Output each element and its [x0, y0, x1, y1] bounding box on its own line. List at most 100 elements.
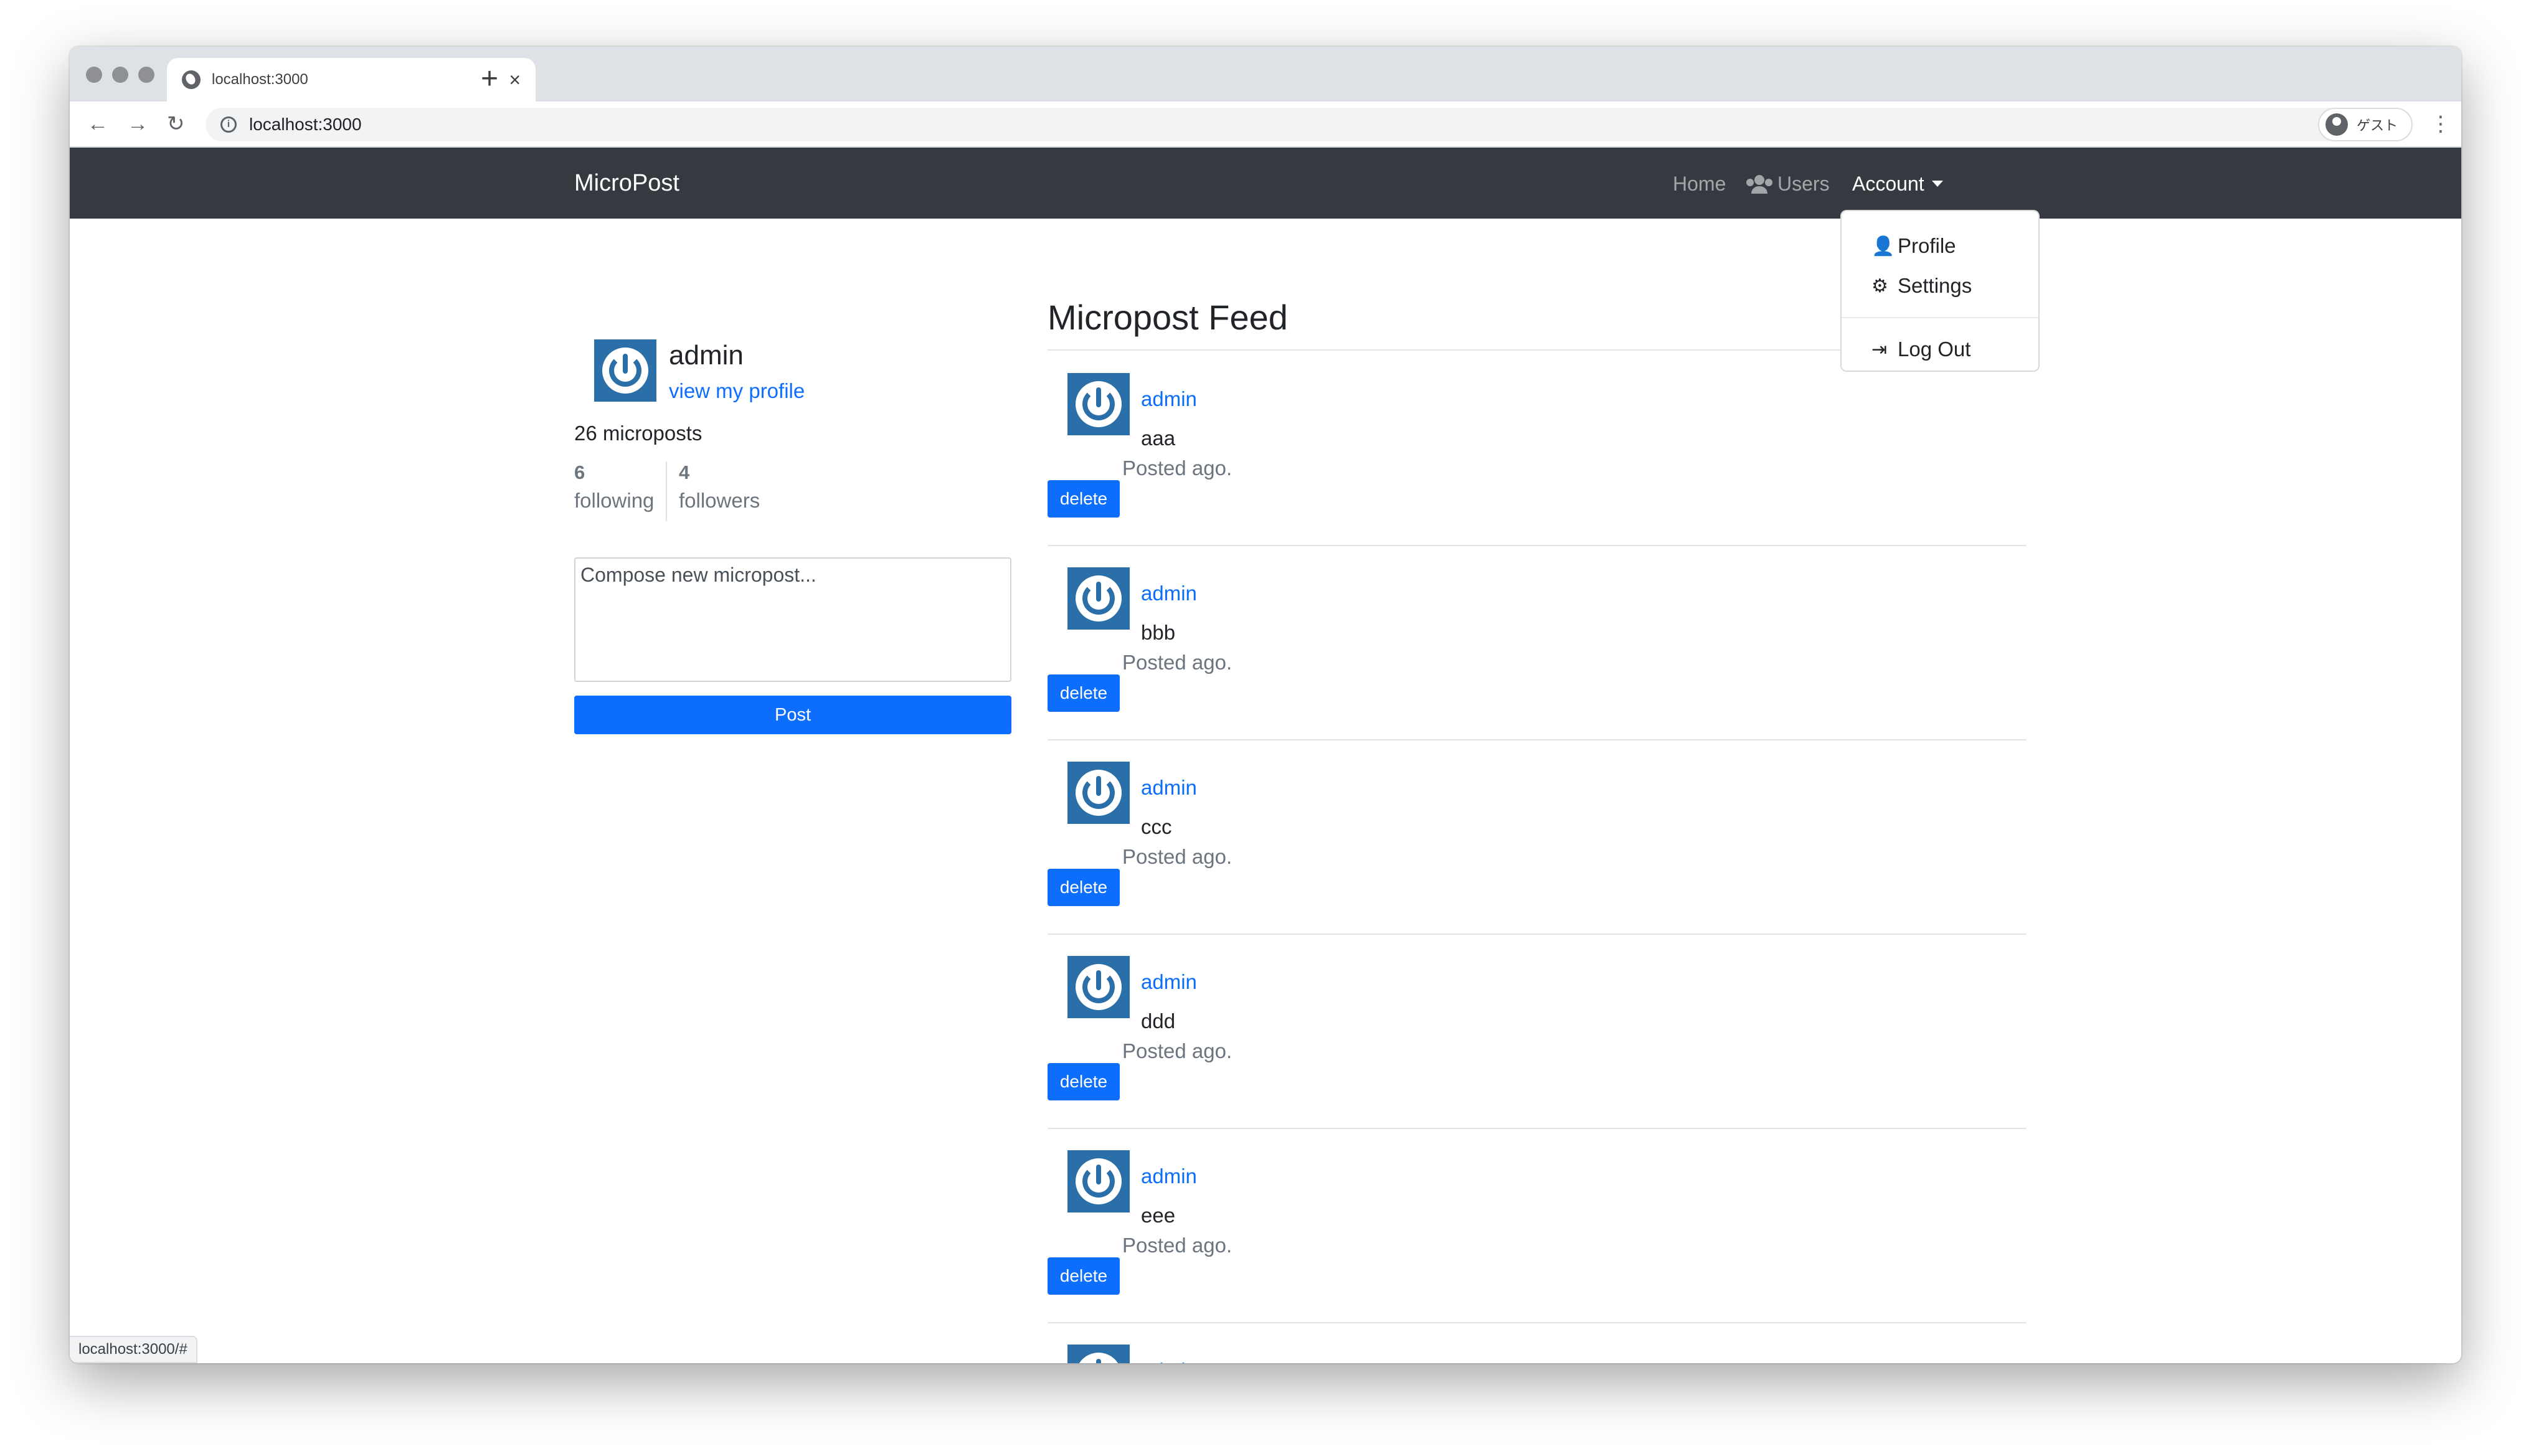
delete-post-button[interactable]: delete	[1048, 480, 1120, 518]
menu-item-settings[interactable]: ⚙ Settings	[1842, 266, 2038, 306]
power-icon	[1076, 575, 1122, 622]
microposts-count: 26 microposts	[574, 422, 703, 445]
stat-divider	[666, 461, 667, 521]
user-cog-icon: 👤	[1871, 235, 1895, 257]
menu-item-profile[interactable]: 👤 Profile	[1842, 226, 2038, 266]
following-label: following	[574, 489, 655, 512]
back-arrow-icon[interactable]: ←	[87, 110, 108, 138]
post-avatar[interactable]	[1067, 1345, 1130, 1363]
post-body: ccc	[1141, 815, 1172, 838]
feed-title: Micropost Feed	[1048, 298, 1288, 337]
post-author-link[interactable]: admin	[1141, 970, 1197, 994]
delete-post-button[interactable]: delete	[1048, 869, 1120, 906]
feed-item: admin bbb Posted ago. delete	[1048, 555, 2027, 749]
browser-toolbar: ← → ↻ i localhost:3000 ゲスト ⋮	[70, 102, 2461, 148]
nav-account-dropdown[interactable]: Account	[1852, 173, 1943, 196]
forward-arrow-icon[interactable]: →	[127, 110, 148, 138]
power-icon	[1076, 1353, 1122, 1363]
menu-item-logout-label: Log Out	[1898, 338, 1971, 361]
post-author-link[interactable]: admin	[1141, 387, 1197, 411]
user-avatar[interactable]	[594, 339, 656, 402]
post-body: ddd	[1141, 1009, 1176, 1033]
post-timestamp: Posted ago.	[1122, 456, 1232, 480]
nav-account-label: Account	[1852, 173, 1924, 195]
status-bar-url: localhost:3000/#	[70, 1336, 197, 1363]
close-window-button[interactable]	[86, 67, 102, 83]
nav-home-link[interactable]: Home	[1673, 173, 1726, 196]
address-url: localhost:3000	[249, 115, 362, 134]
nav-users-link[interactable]: Users	[1746, 173, 1830, 196]
sidebar-user-name: admin	[669, 340, 744, 371]
zoom-window-button[interactable]	[138, 67, 154, 83]
close-tab-icon[interactable]: ×	[509, 70, 521, 90]
site-info-icon[interactable]: i	[220, 116, 237, 133]
account-dropdown-menu: 👤 Profile ⚙ Settings ⇥ Log Out	[1840, 210, 2040, 372]
address-bar[interactable]: i localhost:3000	[206, 108, 2372, 141]
delete-post-button[interactable]: delete	[1048, 1257, 1120, 1295]
feed-item: admin aaa Posted ago. delete	[1048, 361, 2027, 555]
power-icon	[1076, 381, 1122, 427]
post-author-link[interactable]: admin	[1141, 1359, 1197, 1363]
power-icon	[1076, 1158, 1122, 1204]
feed-item: admin ccc Posted ago. delete	[1048, 749, 2027, 943]
minimize-window-button[interactable]	[112, 67, 128, 83]
post-divider	[1048, 934, 2027, 935]
power-icon	[1076, 770, 1122, 816]
menu-item-profile-label: Profile	[1898, 234, 1956, 257]
nav-users-label: Users	[1777, 173, 1830, 195]
post-divider	[1048, 545, 2027, 546]
window-controls	[86, 67, 154, 83]
post-divider	[1048, 1322, 2027, 1323]
post-avatar[interactable]	[1067, 1150, 1130, 1213]
dropdown-divider	[1842, 317, 2038, 318]
followers-label: followers	[679, 489, 760, 512]
post-body: eee	[1141, 1204, 1176, 1227]
menu-item-logout[interactable]: ⇥ Log Out	[1842, 329, 2038, 369]
feed-item: admin ddd Posted ago. delete	[1048, 943, 2027, 1138]
new-tab-button[interactable]: +	[481, 62, 498, 96]
gear-icon: ⚙	[1871, 275, 1888, 296]
profile-label: ゲスト	[2357, 118, 2398, 133]
app-navbar: MicroPost Home Users Account	[70, 148, 2461, 219]
profile-avatar-icon	[2325, 113, 2348, 136]
caret-down-icon	[1931, 181, 1943, 187]
view-profile-link[interactable]: view my profile	[669, 379, 805, 403]
tab-strip: localhost:3000 × +	[70, 47, 2461, 102]
menu-item-settings-label: Settings	[1898, 274, 1972, 297]
post-body: bbb	[1141, 621, 1176, 644]
feed-item: admin	[1048, 1332, 2027, 1363]
main-content: admin view my profile 26 microposts 6 fo…	[70, 219, 2461, 1363]
users-icon	[1746, 175, 1772, 194]
post-timestamp: Posted ago.	[1122, 651, 1232, 674]
delete-post-button[interactable]: delete	[1048, 1063, 1120, 1100]
post-author-link[interactable]: admin	[1141, 582, 1197, 605]
delete-post-button[interactable]: delete	[1048, 674, 1120, 712]
post-avatar[interactable]	[1067, 373, 1130, 435]
tab-title: localhost:3000	[212, 71, 308, 88]
post-button[interactable]: Post	[574, 696, 1011, 734]
post-avatar[interactable]	[1067, 762, 1130, 824]
profile-button[interactable]: ゲスト	[2318, 108, 2413, 141]
reload-icon[interactable]: ↻	[167, 110, 185, 138]
post-timestamp: Posted ago.	[1122, 1039, 1232, 1062]
post-timestamp: Posted ago.	[1122, 845, 1232, 868]
browser-menu-icon[interactable]: ⋮	[2430, 111, 2451, 136]
post-author-link[interactable]: admin	[1141, 776, 1197, 800]
followers-stat[interactable]: 4 followers	[679, 461, 760, 513]
power-icon	[1076, 964, 1122, 1010]
post-avatar[interactable]	[1067, 567, 1130, 630]
post-body: aaa	[1141, 427, 1176, 450]
browser-window: localhost:3000 × + ← → ↻ i localhost:300…	[70, 47, 2461, 1363]
navbar-brand[interactable]: MicroPost	[574, 170, 679, 197]
globe-icon	[182, 70, 201, 89]
post-author-link[interactable]: admin	[1141, 1165, 1197, 1188]
following-stat[interactable]: 6 following	[574, 461, 654, 513]
post-timestamp: Posted ago.	[1122, 1234, 1232, 1257]
post-avatar[interactable]	[1067, 956, 1130, 1018]
post-divider	[1048, 1128, 2027, 1129]
sign-out-icon: ⇥	[1871, 339, 1888, 360]
post-divider	[1048, 739, 2027, 740]
following-count: 6	[574, 461, 585, 483]
compose-micropost-input[interactable]	[574, 557, 1011, 682]
feed-item: admin eee Posted ago. delete	[1048, 1138, 2027, 1332]
